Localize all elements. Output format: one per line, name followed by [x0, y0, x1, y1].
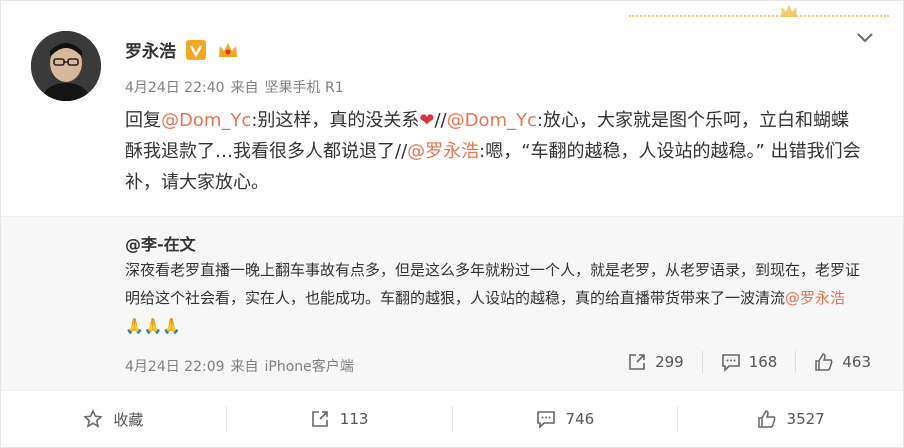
divider: [795, 351, 797, 373]
comment-button[interactable]: 746: [453, 409, 678, 429]
share-count: 113: [339, 410, 369, 428]
content-text: //: [434, 110, 447, 131]
weibo-post-card: 罗永浩 4月24日 22:40 来自 坚果手机 R1 回复@Dom_Yc:别这样…: [0, 0, 904, 448]
mention-link[interactable]: @罗永浩: [407, 141, 479, 162]
like-icon: [815, 353, 833, 371]
dotted-line: [629, 15, 889, 17]
decorative-header-bar: [629, 3, 889, 21]
comment-count: 746: [565, 410, 595, 428]
author-row: 罗永浩: [125, 37, 240, 62]
repost-share-button[interactable]: 299: [623, 351, 688, 373]
pray-emoji: 🙏🙏🙏: [125, 317, 182, 335]
verified-v-icon: [186, 39, 206, 60]
crown-icon: [781, 5, 797, 17]
like-count: 463: [842, 353, 871, 371]
repost-text: 深夜看老罗直播一晚上翻车事故有点多，但是这么多年就粉过一个人，就是老罗，从老罗语…: [125, 261, 861, 307]
author-name[interactable]: 罗永浩: [125, 37, 176, 62]
reposted-post: @李-在文 深夜看老罗直播一晚上翻车事故有点多，但是这么多年就粉过一个人，就是老…: [1, 216, 903, 391]
repost-source: iPhone客户端: [264, 359, 354, 375]
avatar-image: [31, 31, 101, 101]
repost-like-button[interactable]: 463: [810, 351, 875, 373]
crown-icon: [219, 42, 237, 57]
comment-icon: [721, 354, 740, 372]
share-icon: [311, 411, 328, 427]
share-icon: [629, 354, 645, 370]
star-icon: [83, 409, 104, 428]
repost-actions: 299 168 463: [623, 351, 875, 373]
mention-link[interactable]: @Dom_Yc: [161, 110, 251, 131]
like-count: 3527: [786, 410, 825, 428]
mention-link[interactable]: @罗永浩: [785, 289, 845, 307]
content-text: :别这样，真的没关系: [251, 110, 420, 131]
like-button[interactable]: 3527: [678, 409, 903, 429]
comment-count: 168: [748, 353, 778, 371]
share-count: 299: [655, 353, 684, 371]
comment-icon: [536, 411, 555, 429]
repost-meta: 4月24日 22:09 来自 iPhone客户端: [125, 356, 354, 376]
mention-link[interactable]: @Dom_Yc: [447, 110, 537, 131]
share-button[interactable]: 113: [227, 409, 452, 429]
heart-icon: ❤: [419, 110, 435, 131]
repost-content: 深夜看老罗直播一晚上翻车事故有点多，但是这么多年就粉过一个人，就是老罗，从老罗语…: [125, 256, 865, 340]
divider: [701, 351, 703, 373]
repost-time[interactable]: 4月24日 22:09: [125, 356, 225, 376]
source-prefix: 来自: [230, 80, 259, 96]
content-text: 回复: [125, 110, 161, 131]
post-content: 回复@Dom_Yc:别这样，真的没关系❤//@Dom_Yc:放心，大家就是图个乐…: [125, 105, 865, 198]
favorite-label: 收藏: [113, 410, 144, 429]
chevron-down-icon[interactable]: [855, 31, 875, 45]
post-meta: 4月24日 22:40 来自 坚果手机 R1: [125, 77, 344, 97]
favorite-button[interactable]: 收藏: [1, 409, 226, 430]
post-source: 坚果手机 R1: [264, 80, 344, 96]
repost-comment-button[interactable]: 168: [717, 351, 782, 373]
avatar[interactable]: [31, 31, 101, 101]
like-icon: [757, 410, 775, 428]
source-prefix: 来自: [230, 359, 259, 375]
repost-author[interactable]: @李-在文: [125, 231, 196, 255]
post-time[interactable]: 4月24日 22:40: [125, 77, 225, 97]
post-action-bar: 收藏 113 746 3527: [1, 391, 903, 447]
